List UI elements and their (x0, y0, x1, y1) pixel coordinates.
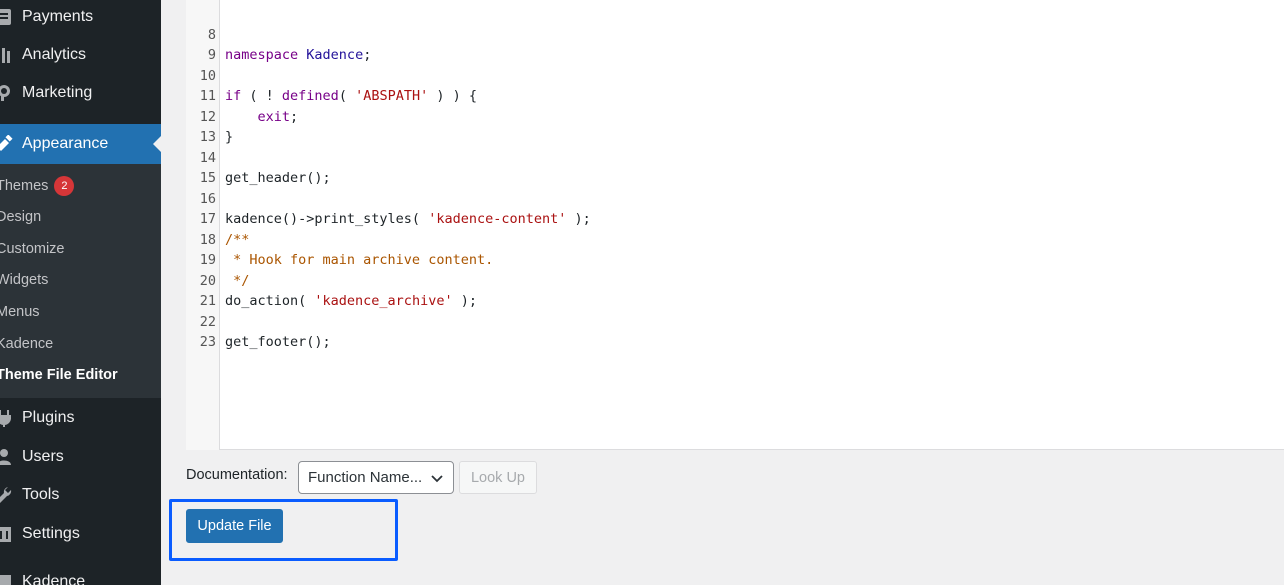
menu-users-label: Users (22, 448, 64, 465)
submenu-theme-file-editor[interactable]: Theme File Editor (0, 367, 118, 383)
code-editor[interactable]: 8 namespace Kadence; 9 10 if ( ! defined… (186, 0, 1284, 450)
menu-tools[interactable]: Tools (0, 483, 161, 507)
code-line: 21 (186, 271, 219, 309)
code-text: get_footer(); (225, 334, 331, 350)
submenu-themes-label: Themes (0, 178, 49, 194)
submenu-widgets-label: Widgets (0, 272, 49, 288)
menu-settings-label: Settings (22, 525, 80, 542)
code-text: * Hook for main archive content. (225, 252, 494, 268)
menu-payments[interactable]: Payments (0, 5, 161, 29)
code-line: 20 do_action( 'kadence_archive' ); (186, 250, 477, 310)
payments-icon (0, 7, 14, 27)
menu-settings[interactable]: Settings (0, 522, 161, 546)
kadence-icon (0, 572, 14, 585)
code-line: 16 kadence()->print_styles( 'kadence-con… (186, 168, 591, 228)
submenu-customize[interactable]: Customize (0, 241, 65, 257)
menu-analytics[interactable]: Analytics (0, 43, 161, 67)
menu-tools-label: Tools (22, 486, 60, 503)
settings-icon (0, 524, 14, 544)
line-number: 23 (199, 334, 216, 350)
plugins-icon (0, 408, 14, 428)
admin-sidebar: Payments Analytics Marketing Appearance … (0, 0, 161, 585)
submenu-theme-file-editor-label: Theme File Editor (0, 367, 118, 383)
code-line: 10 if ( ! defined( 'ABSPATH' ) ) { (186, 45, 477, 105)
submenu-menus-label: Menus (0, 304, 40, 320)
appearance-submenu: Themes 2 Design Customize Widgets Menus … (0, 164, 161, 398)
code-text: get_header(); (225, 170, 331, 186)
documentation-label: Documentation: (186, 467, 288, 483)
menu-kadence[interactable]: Kadence (0, 570, 161, 585)
submenu-design-label: Design (0, 209, 42, 225)
code-text: namespace Kadence; (225, 47, 372, 63)
code-line: 11 exit; (186, 66, 298, 125)
code-line: 17 /** (186, 189, 250, 248)
code-line: 18 * Hook for main archive content. (186, 209, 493, 269)
menu-plugins[interactable]: Plugins (0, 406, 161, 430)
submenu-design[interactable]: Design (0, 209, 41, 225)
submenu-widgets[interactable]: Widgets (0, 272, 48, 288)
code-text: exit; (257, 108, 299, 125)
code-text: if ( ! defined( 'ABSPATH' ) ) { (225, 88, 478, 104)
tools-icon (0, 485, 14, 505)
code-text: */ (225, 272, 250, 289)
menu-analytics-label: Analytics (22, 46, 87, 63)
menu-payments-label: Payments (22, 8, 94, 25)
code-text: /** (225, 231, 250, 248)
menu-kadence-label: Kadence (22, 573, 86, 585)
submenu-kadence[interactable]: Kadence (0, 336, 53, 352)
submenu-themes[interactable]: Themes 2 (0, 176, 75, 196)
code-line: 22 get_footer(); (186, 291, 331, 351)
code-line: 8 namespace Kadence; (186, 4, 371, 64)
appearance-brush-icon (0, 134, 14, 154)
menu-users[interactable]: Users (0, 445, 161, 469)
menu-appearance-label: Appearance (22, 135, 109, 152)
code-line: 9 (186, 25, 219, 63)
themes-update-badge: 2 (54, 176, 75, 196)
menu-plugins-label: Plugins (22, 409, 75, 426)
look-up-button[interactable]: Look Up (459, 461, 537, 494)
code-line: 15 (186, 148, 219, 186)
code-line: 12 } (186, 86, 233, 146)
submenu-menus[interactable]: Menus (0, 304, 40, 320)
code-text: do_action( 'kadence_archive' ); (225, 293, 477, 309)
code-line: 13 (186, 107, 219, 145)
analytics-icon (0, 45, 14, 65)
submenu-kadence-label: Kadence (0, 336, 54, 352)
code-line: 19 */ (186, 230, 250, 289)
menu-marketing[interactable]: Marketing (0, 81, 161, 105)
menu-marketing-label: Marketing (22, 84, 93, 101)
update-file-button[interactable]: Update File (186, 509, 283, 543)
code-text: kadence()->print_styles( 'kadence-conten… (225, 211, 591, 227)
submenu-customize-label: Customize (0, 241, 65, 257)
function-name-select[interactable]: Function Name... (298, 461, 454, 494)
users-icon (0, 447, 14, 467)
code-text: } (225, 129, 234, 145)
function-name-select-value: Function Name... (308, 469, 423, 486)
code-line: 23 (186, 312, 219, 350)
menu-appearance[interactable]: Appearance (0, 124, 161, 164)
chevron-down-icon (431, 471, 443, 488)
marketing-icon (0, 83, 14, 103)
code-line: 14 get_header(); (186, 127, 331, 187)
